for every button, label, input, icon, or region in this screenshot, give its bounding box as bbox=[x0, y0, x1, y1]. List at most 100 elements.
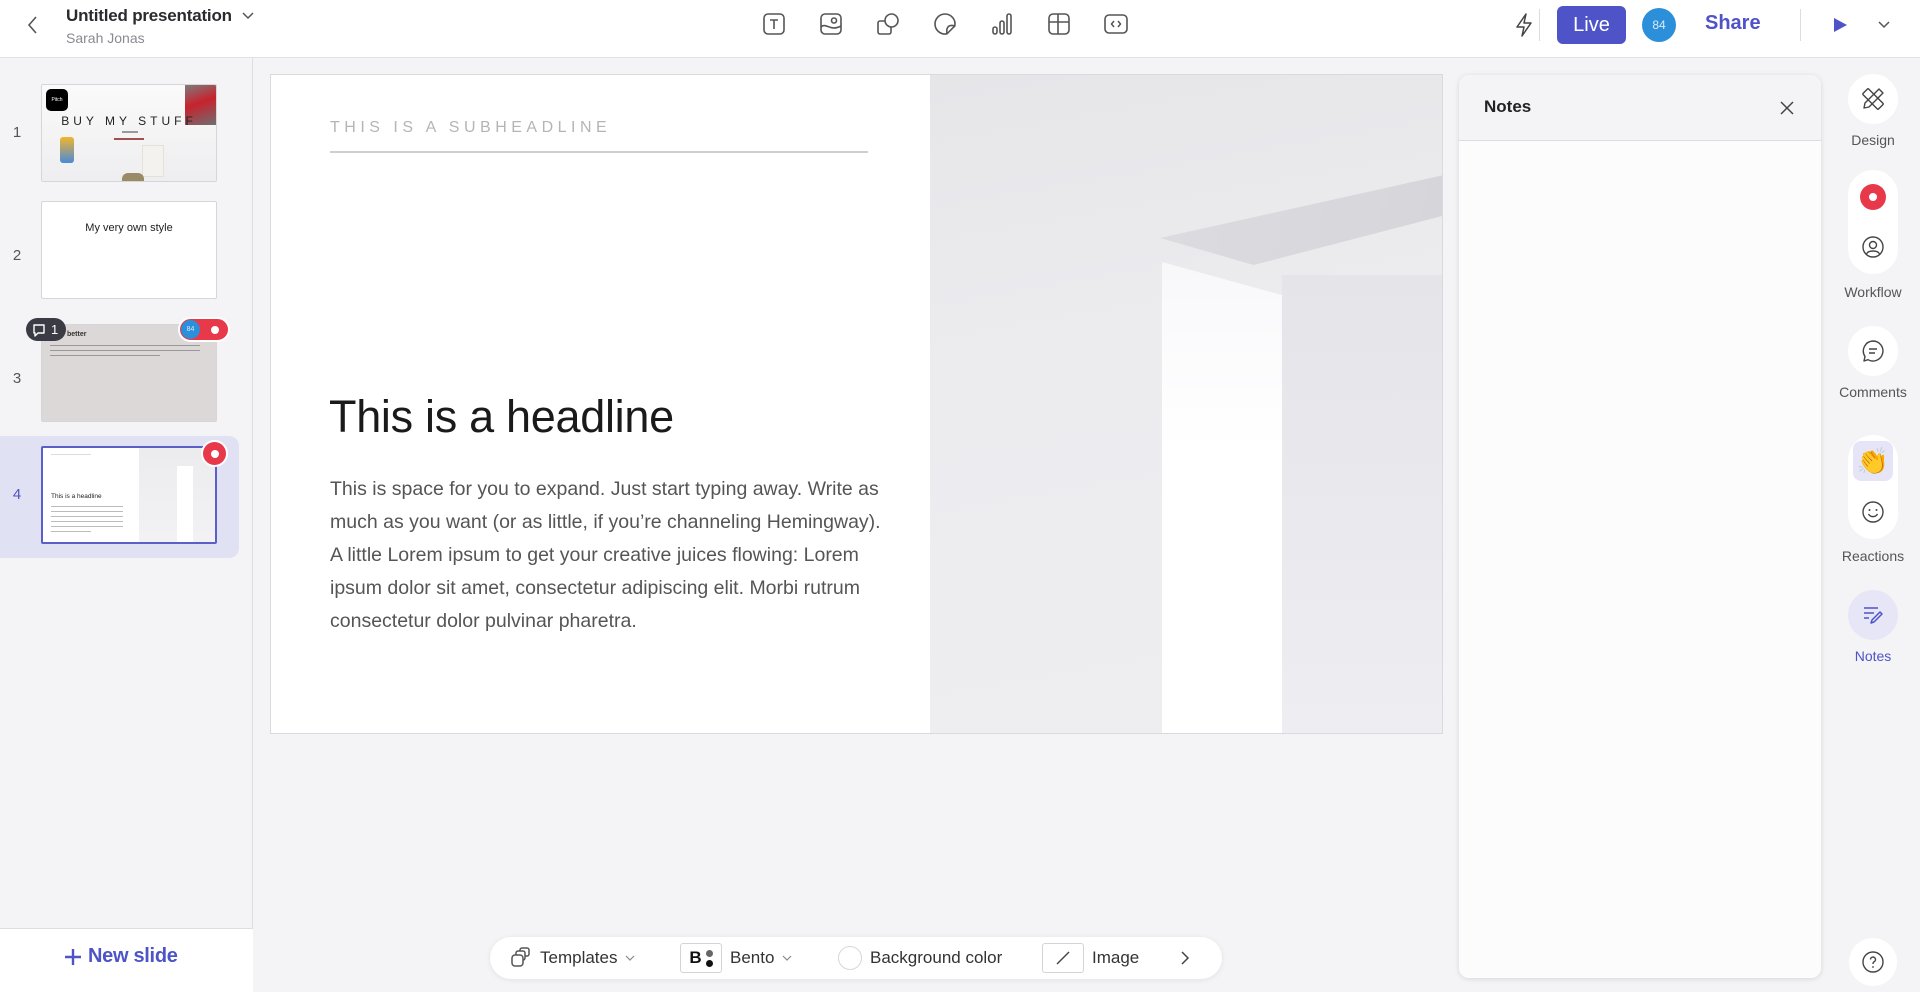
record-button[interactable] bbox=[1853, 177, 1893, 217]
comments-label: Comments bbox=[1839, 384, 1907, 400]
help-button[interactable] bbox=[1849, 938, 1897, 986]
recording-badge bbox=[201, 440, 228, 467]
slide-preview: My very own style bbox=[41, 201, 217, 299]
reactions-group: 👏 bbox=[1848, 435, 1898, 539]
chevron-right-icon bbox=[1181, 951, 1190, 965]
close-icon bbox=[1780, 101, 1794, 115]
workflow-group bbox=[1848, 170, 1898, 274]
design-label: Design bbox=[1851, 132, 1895, 148]
background-color-button[interactable]: Background color bbox=[838, 937, 1002, 979]
presentation-owner: Sarah Jonas bbox=[66, 30, 145, 46]
templates-icon bbox=[511, 947, 530, 967]
insert-chart-button[interactable] bbox=[988, 10, 1016, 38]
insert-embed-button[interactable] bbox=[1102, 10, 1130, 38]
right-rail: Design Workflow Comments 👏 Reactions Not… bbox=[1830, 58, 1920, 992]
thumbnail-title: better bbox=[67, 331, 87, 338]
image-icon bbox=[820, 13, 842, 35]
new-slide-button[interactable]: New slide bbox=[64, 945, 178, 968]
user-circle-icon bbox=[1862, 236, 1884, 258]
templates-button[interactable]: Templates bbox=[510, 937, 635, 979]
theme-selector[interactable]: B Bento bbox=[680, 937, 792, 979]
live-button[interactable]: Live bbox=[1557, 6, 1626, 44]
record-dot-icon bbox=[210, 449, 219, 458]
notes-panel: Notes bbox=[1459, 75, 1821, 978]
thumbnail-title: BUY MY STUFF bbox=[61, 114, 197, 128]
back-button[interactable] bbox=[20, 12, 46, 38]
notes-input[interactable] bbox=[1459, 141, 1821, 978]
chevron-down-icon bbox=[783, 955, 792, 961]
slide-headline[interactable]: This is a headline bbox=[329, 391, 674, 443]
insert-text-button[interactable] bbox=[760, 10, 788, 38]
slide-body-text[interactable]: This is space for you to expand. Just st… bbox=[330, 473, 890, 638]
new-slide-bar: New slide bbox=[0, 928, 253, 992]
background-color-label: Background color bbox=[870, 948, 1003, 967]
slide-style-toolbar: Templates B Bento Background color Image bbox=[490, 937, 1222, 979]
workflow-label: Workflow bbox=[1844, 284, 1902, 300]
theme-label: Bento bbox=[730, 948, 775, 967]
subheadline-divider bbox=[330, 151, 868, 153]
embed-icon bbox=[1104, 14, 1128, 34]
thumbnail-title: My very own style bbox=[85, 222, 173, 234]
color-swatch bbox=[838, 946, 862, 970]
presentation-title[interactable]: Untitled presentation bbox=[66, 6, 232, 26]
slide-number: 1 bbox=[12, 124, 22, 141]
slide-thumbnail-2[interactable]: 2 My very own style bbox=[0, 187, 239, 309]
insert-image-button[interactable] bbox=[817, 10, 845, 38]
divider bbox=[1800, 9, 1801, 41]
insert-shape-button[interactable] bbox=[874, 10, 902, 38]
notes-icon bbox=[1864, 607, 1883, 624]
clapping-hands-icon: 👏 bbox=[1853, 441, 1893, 481]
present-button[interactable] bbox=[1828, 13, 1852, 37]
divider bbox=[1539, 9, 1540, 41]
smiley-icon bbox=[1862, 501, 1884, 523]
assign-user-button[interactable] bbox=[1853, 227, 1893, 267]
title-menu-chevron[interactable] bbox=[242, 12, 254, 20]
toolbar-next-button[interactable] bbox=[1180, 937, 1190, 979]
plus-icon bbox=[65, 948, 81, 965]
slide-subheadline[interactable]: THIS IS A SUBHEADLINE bbox=[330, 119, 611, 137]
reactions-label: Reactions bbox=[1841, 548, 1905, 564]
slide-thumbnail-1[interactable]: 1 Pitch BUY MY STUFF bbox=[0, 64, 239, 186]
comment-count: 1 bbox=[51, 322, 59, 337]
present-options-button[interactable] bbox=[1872, 13, 1896, 37]
record-icon bbox=[1860, 184, 1886, 210]
no-image-icon bbox=[1042, 943, 1084, 973]
share-button[interactable]: Share bbox=[1705, 12, 1761, 35]
record-dot-icon bbox=[211, 326, 219, 334]
mascot-image bbox=[60, 137, 74, 163]
chart-icon bbox=[992, 13, 1012, 35]
slide-image[interactable] bbox=[930, 75, 1442, 733]
presence-indicator: 84 bbox=[178, 317, 230, 342]
comment-icon bbox=[1862, 340, 1884, 362]
user-avatar: 84 bbox=[181, 320, 200, 339]
text-icon bbox=[763, 13, 785, 35]
pitch-logo: Pitch bbox=[46, 89, 68, 111]
design-tools-icon bbox=[1862, 88, 1884, 110]
theme-letter: B bbox=[689, 948, 702, 967]
clap-reaction-button[interactable]: 👏 bbox=[1853, 441, 1893, 481]
design-button[interactable] bbox=[1848, 74, 1898, 124]
comment-count-badge[interactable]: 1 bbox=[26, 318, 67, 341]
add-reaction-button[interactable] bbox=[1853, 492, 1893, 532]
insert-table-button[interactable] bbox=[1045, 10, 1073, 38]
slide-number: 3 bbox=[12, 370, 22, 387]
slide-number: 4 bbox=[12, 486, 22, 503]
notes-button[interactable] bbox=[1848, 590, 1898, 640]
close-notes-button[interactable] bbox=[1775, 96, 1799, 120]
templates-label: Templates bbox=[540, 948, 618, 967]
chevron-down-icon bbox=[626, 955, 635, 961]
play-icon bbox=[1834, 18, 1847, 32]
slide-canvas[interactable]: THIS IS A SUBHEADLINE This is a headline… bbox=[270, 74, 1443, 734]
comments-button[interactable] bbox=[1848, 326, 1898, 376]
slide-panel: 1 Pitch BUY MY STUFF 2 My very own style… bbox=[0, 58, 253, 992]
top-bar: Untitled presentation Sarah Jonas Live 8… bbox=[0, 0, 1920, 58]
background-image-button[interactable]: Image bbox=[1042, 937, 1139, 979]
user-avatar[interactable]: 84 bbox=[1642, 8, 1676, 42]
slide-number: 2 bbox=[12, 247, 22, 264]
slide-preview: Pitch BUY MY STUFF bbox=[41, 84, 217, 182]
shapes-icon bbox=[877, 13, 899, 35]
insert-sticker-button[interactable] bbox=[931, 10, 959, 38]
quick-actions-button[interactable] bbox=[1510, 11, 1538, 39]
chevron-left-icon bbox=[27, 16, 37, 34]
chevron-down-icon bbox=[242, 12, 254, 20]
